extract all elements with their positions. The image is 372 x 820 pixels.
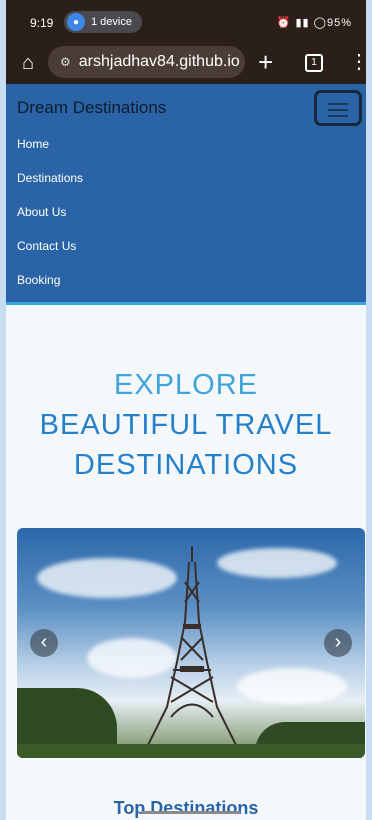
home-icon[interactable]: ⌂: [16, 51, 40, 75]
phone-screen: 9:19 ● 1 device ⏰ ▮▮ ◯95% ⌂ ⚙ arshjadhav…: [6, 0, 366, 820]
carousel-next-button[interactable]: ›: [324, 629, 352, 657]
system-icons: ⏰ ▮▮ ◯95%: [277, 16, 352, 29]
hero-line-2: BEAUTIFUL TRAVEL: [39, 409, 333, 441]
nav-link-booking[interactable]: Booking: [17, 273, 83, 307]
battery-level: 95%: [326, 17, 352, 29]
url-text: arshjadhav84.github.io: [78, 53, 240, 70]
nav-link-home[interactable]: Home: [17, 137, 83, 171]
hamburger-line: [328, 103, 348, 105]
new-tab-icon[interactable]: +: [258, 48, 273, 76]
device-label: 1 device: [91, 16, 132, 28]
person-icon: ●: [67, 13, 85, 31]
carousel-prev-button[interactable]: ‹: [30, 629, 58, 657]
hamburger-line: [328, 109, 348, 111]
browser-toolbar: ⌂ ⚙ arshjadhav84.github.io + 1 ⋮: [6, 42, 366, 84]
chevron-left-icon: ‹: [40, 631, 48, 653]
hero-heading: EXPLORE BEAUTIFUL TRAVEL DESTINATIONS: [6, 365, 366, 485]
address-bar[interactable]: ⚙ arshjadhav84.github.io: [48, 46, 245, 78]
site-settings-icon[interactable]: ⚙: [60, 55, 71, 69]
image-carousel: ‹ ›: [17, 528, 365, 758]
tab-count: 1: [311, 57, 317, 68]
device-pill[interactable]: ● 1 device: [64, 11, 142, 33]
hamburger-line: [328, 115, 348, 117]
nav-link-contact[interactable]: Contact Us: [17, 239, 83, 273]
status-time: 9:19: [30, 16, 54, 30]
gesture-home-indicator[interactable]: [141, 811, 241, 814]
hero-section: EXPLORE BEAUTIFUL TRAVEL DESTINATIONS: [6, 365, 366, 485]
ground: [17, 744, 365, 758]
nav-link-destinations[interactable]: Destinations: [17, 171, 83, 205]
hero-line-3: DESTINATIONS: [73, 449, 299, 481]
more-menu-icon[interactable]: ⋮: [349, 50, 366, 74]
signal-icon: ▮▮: [295, 17, 310, 29]
tab-switcher-button[interactable]: 1: [305, 54, 323, 72]
hamburger-menu-button[interactable]: [314, 90, 362, 126]
hero-line-1: EXPLORE: [114, 369, 258, 401]
nav-link-about[interactable]: About Us: [17, 205, 83, 239]
chevron-right-icon: ›: [334, 631, 342, 653]
alarm-icon: ⏰: [276, 17, 292, 29]
brand-logo-text[interactable]: Dream Destinations: [17, 98, 166, 118]
site-navbar: Dream Destinations Home Destinations Abo…: [6, 84, 366, 305]
section-title: Top Destinations: [113, 798, 259, 818]
nav-links: Home Destinations About Us Contact Us Bo…: [17, 137, 83, 307]
battery-icon: ◯: [313, 17, 327, 29]
status-bar: 9:19 ● 1 device ⏰ ▮▮ ◯95%: [6, 0, 366, 42]
eiffel-tower-image: [146, 546, 238, 748]
cloud: [237, 668, 347, 704]
